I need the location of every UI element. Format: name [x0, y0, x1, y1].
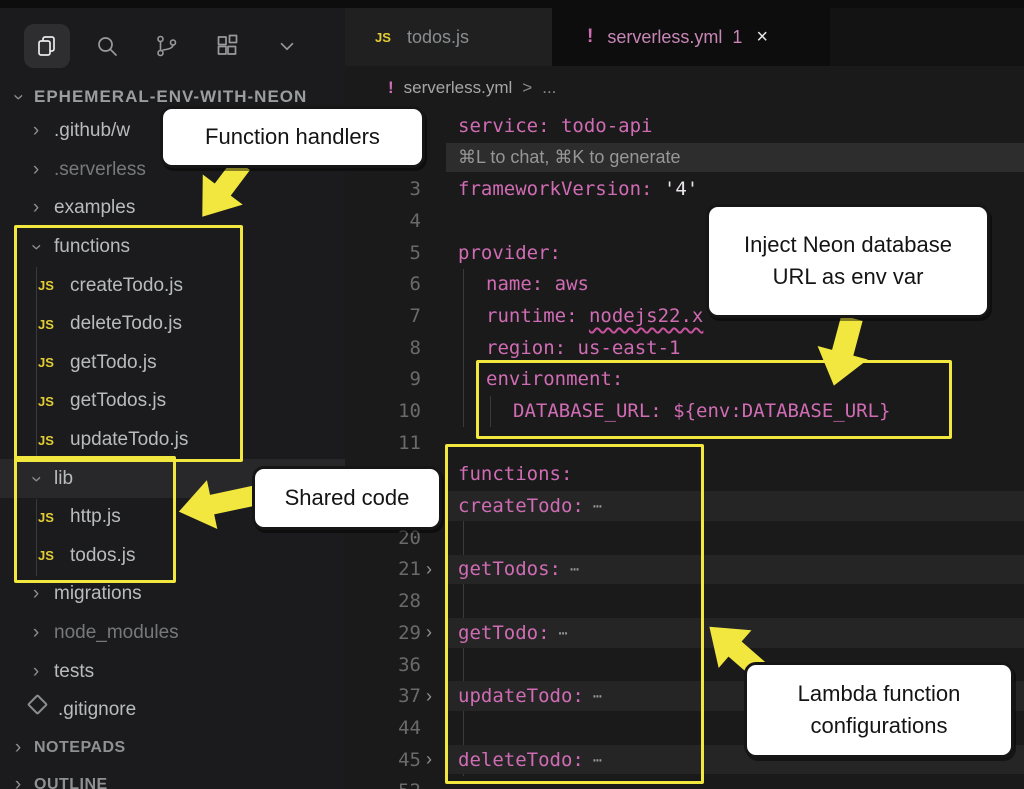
- js-file-icon: JS: [375, 30, 399, 45]
- line-number: 6: [345, 273, 421, 295]
- code-line: 52: [345, 775, 1024, 789]
- extensions-icon[interactable]: [204, 24, 250, 68]
- line-number: 36: [345, 654, 421, 676]
- fold-chevron-icon[interactable]: [421, 559, 458, 580]
- fold-chevron-icon[interactable]: [421, 622, 458, 643]
- chevron-collapsed-icon: [8, 737, 28, 759]
- yaml-file-icon: !: [388, 78, 394, 98]
- line-number: 37: [345, 685, 421, 707]
- tree-item-getTodos-js[interactable]: JSgetTodos.js: [0, 382, 345, 421]
- chevron-collapsed-icon: [26, 197, 46, 219]
- fold-chevron-icon[interactable]: [421, 749, 458, 770]
- app-window: EPHEMERAL-ENV-WITH-NEON .github/w .serve…: [0, 0, 1024, 789]
- chevron-collapsed-icon: [26, 583, 46, 605]
- js-file-icon: JS: [38, 394, 62, 409]
- chevron-expanded-icon: [26, 468, 46, 490]
- line-number: 28: [345, 590, 421, 612]
- tree-item-tests[interactable]: tests: [0, 652, 345, 691]
- code-line: 12functions:: [345, 459, 1024, 491]
- code-line: 8region: us-east-1: [345, 332, 1024, 364]
- code-line: 28: [345, 585, 1024, 617]
- tab-serverless-yml[interactable]: ! serverless.yml 1 ×: [552, 8, 830, 66]
- js-file-icon: JS: [38, 355, 62, 370]
- search-icon[interactable]: [84, 24, 130, 68]
- code-line-folded: 29getTodo:⋯: [345, 617, 1024, 649]
- folded-code-ellipsis[interactable]: ⋯: [593, 687, 603, 705]
- line-number: 44: [345, 717, 421, 739]
- code-line-folded: 21getTodos:⋯: [345, 554, 1024, 586]
- breadcrumb-more[interactable]: ...: [542, 78, 556, 98]
- line-number: 3: [345, 178, 421, 200]
- chevron-collapsed-icon: [26, 120, 46, 142]
- source-control-icon[interactable]: [144, 24, 190, 68]
- tree-item-todos-js[interactable]: JStodos.js: [0, 537, 345, 576]
- folded-code-ellipsis[interactable]: ⋯: [593, 497, 603, 515]
- breadcrumb-separator: >: [522, 78, 532, 98]
- code-line: 11: [345, 427, 1024, 459]
- inline-ai-hint: 2⌘L to chat, ⌘K to generate: [345, 142, 1024, 174]
- callout-inject-env: Inject Neon database URL as env var: [706, 204, 990, 318]
- breadcrumb[interactable]: ! serverless.yml > ...: [345, 66, 1024, 110]
- js-file-icon: JS: [38, 510, 62, 525]
- callout-lambda-config: Lambda function configurations: [744, 662, 1014, 758]
- chevron-collapsed-icon: [26, 159, 46, 181]
- folded-code-ellipsis[interactable]: ⋯: [593, 751, 603, 769]
- chevron-down-icon[interactable]: [264, 24, 310, 68]
- tree-item-gitignore[interactable]: .gitignore: [0, 691, 345, 730]
- chevron-collapsed-icon: [8, 774, 28, 789]
- line-number: 20: [345, 527, 421, 549]
- chevron-expanded-icon: [8, 86, 28, 108]
- line-number: 11: [345, 432, 421, 454]
- tab-todos-js[interactable]: JS todos.js: [345, 8, 552, 66]
- line-number: 21: [345, 558, 421, 580]
- line-number: 8: [345, 337, 421, 359]
- activity-bar: [24, 18, 310, 74]
- line-number: 9: [345, 368, 421, 390]
- callout-shared-code: Shared code: [252, 466, 442, 530]
- tab-problem-badge: 1: [732, 27, 742, 48]
- sidebar-section-notepads[interactable]: NOTEPADS: [0, 730, 345, 767]
- js-file-icon: JS: [38, 548, 62, 563]
- tree-item-createTodo-js[interactable]: JScreateTodo.js: [0, 266, 345, 305]
- line-number: 4: [345, 210, 421, 232]
- line-number: 29: [345, 622, 421, 644]
- js-file-icon: JS: [38, 433, 62, 448]
- fold-chevron-icon[interactable]: [421, 686, 458, 707]
- line-number: 52: [345, 780, 421, 789]
- js-file-icon: JS: [38, 317, 62, 332]
- folded-code-ellipsis[interactable]: ⋯: [570, 560, 580, 578]
- tree-item-functions[interactable]: functions: [0, 228, 345, 267]
- chevron-expanded-icon: [26, 236, 46, 258]
- file-tree: .github/w .serverless examples functions…: [0, 112, 345, 789]
- code-line: 20: [345, 522, 1024, 554]
- squiggle-error-text: nodejs22.x: [589, 305, 703, 327]
- sidebar-section-outline[interactable]: OUTLINE: [0, 767, 345, 789]
- code-line: 9environment:: [345, 364, 1024, 396]
- tree-item-migrations[interactable]: migrations: [0, 575, 345, 614]
- tab-bar: JS todos.js ! serverless.yml 1 ×: [345, 8, 1024, 66]
- code-line: 1service: todo-api: [345, 110, 1024, 142]
- close-icon[interactable]: ×: [756, 27, 768, 47]
- project-root-title: EPHEMERAL-ENV-WITH-NEON: [34, 87, 307, 107]
- line-number: 5: [345, 242, 421, 264]
- tree-item-examples[interactable]: examples: [0, 189, 345, 228]
- code-line-folded: 13createTodo:⋯: [345, 490, 1024, 522]
- line-number: 10: [345, 400, 421, 422]
- explorer-icon[interactable]: [24, 24, 70, 68]
- code-line: 10DATABASE_URL: ${env:DATABASE_URL}: [345, 395, 1024, 427]
- chevron-collapsed-icon: [26, 622, 46, 644]
- chevron-collapsed-icon: [26, 661, 46, 683]
- tree-item-node-modules[interactable]: node_modules: [0, 614, 345, 653]
- code-line: 3frameworkVersion: '4': [345, 173, 1024, 205]
- line-number: 45: [345, 749, 421, 771]
- tree-item-deleteTodo-js[interactable]: JSdeleteTodo.js: [0, 305, 345, 344]
- callout-function-handlers: Function handlers: [160, 106, 425, 168]
- tree-item-getTodo-js[interactable]: JSgetTodo.js: [0, 344, 345, 383]
- folded-code-ellipsis[interactable]: ⋯: [559, 624, 569, 642]
- yaml-file-icon: !: [587, 26, 593, 48]
- line-number: 7: [345, 305, 421, 327]
- tree-item-updateTodo-js[interactable]: JSupdateTodo.js: [0, 421, 345, 460]
- js-file-icon: JS: [38, 278, 62, 293]
